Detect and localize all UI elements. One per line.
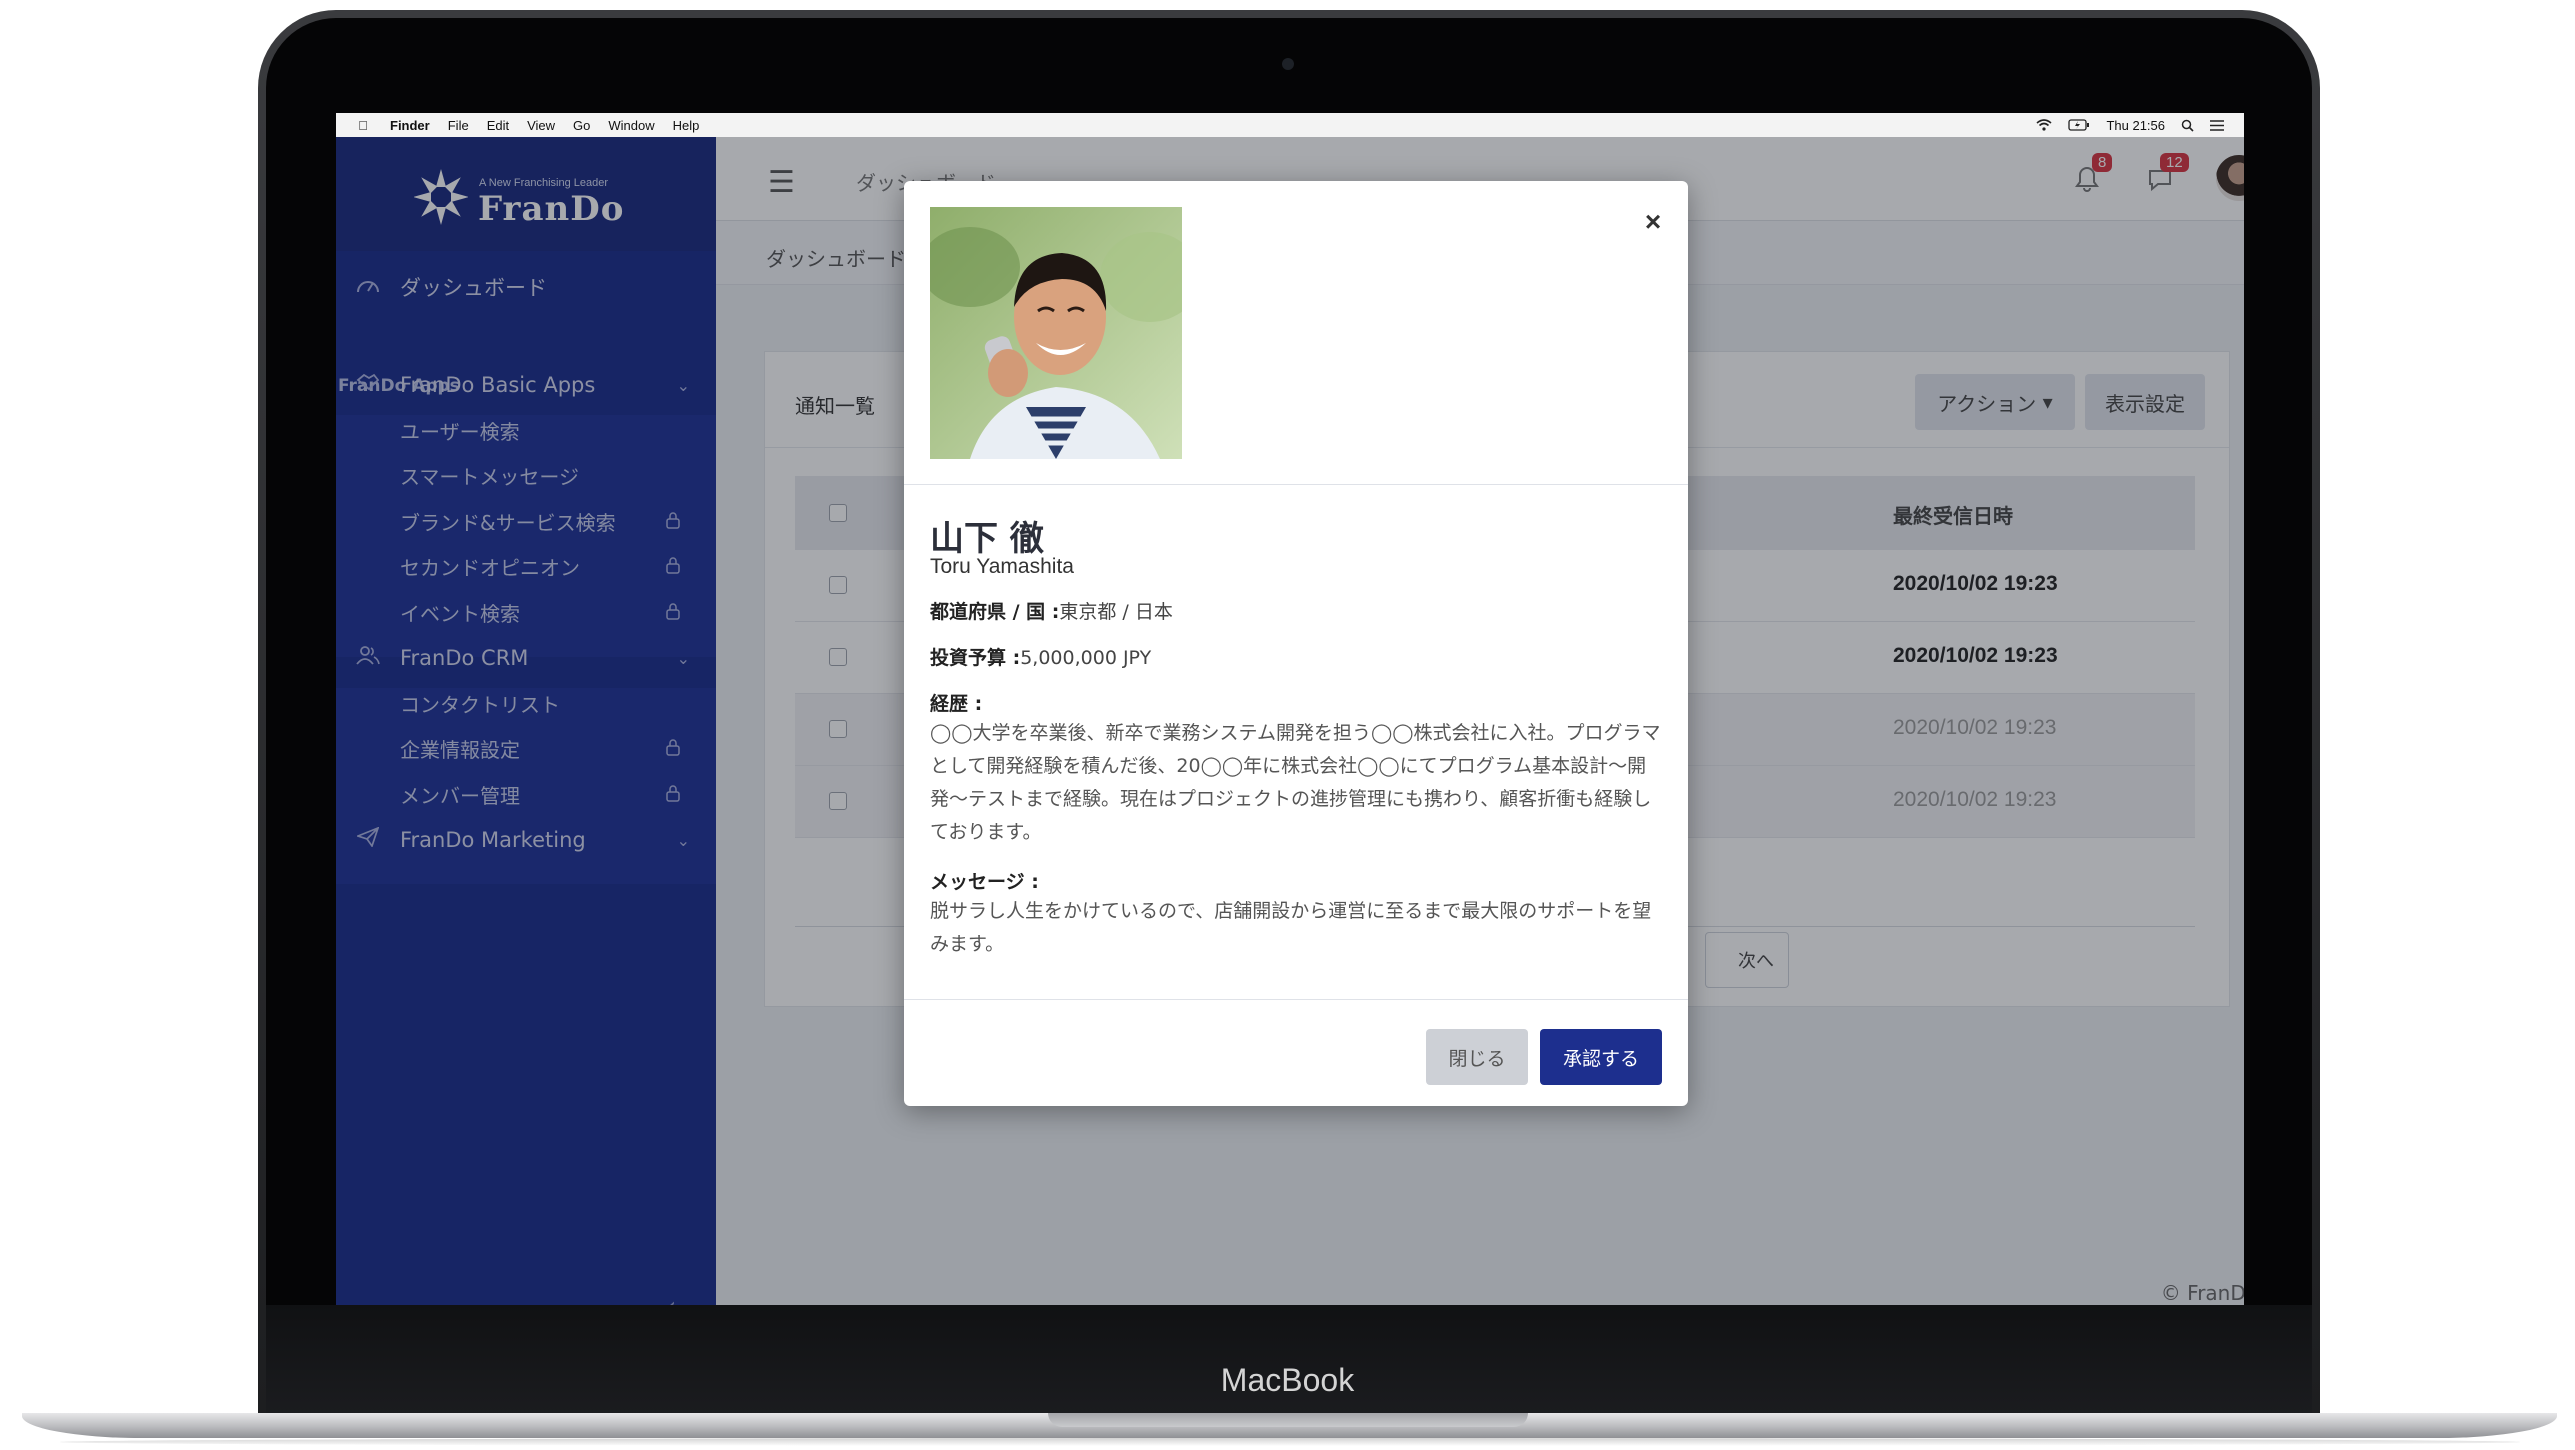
budget-row: 投資予算 :5,000,000 JPY: [930, 643, 1151, 670]
prefecture-value: 東京都 / 日本: [1059, 601, 1173, 623]
battery-icon[interactable]: [2068, 119, 2090, 131]
applicant-romaji: Toru Yamashita: [930, 555, 1074, 578]
career-text: ◯◯大学を卒業後、新卒で業務システム開発を担う◯◯株式会社に入社。プログラマとし…: [930, 722, 1661, 843]
career-label: 経歴 :: [930, 693, 983, 715]
message-text: 脱サラし人生をかけているので、店舗開設から運営に至るまで最大限のサポートを望みま…: [930, 900, 1652, 955]
menu-window[interactable]: Window: [608, 118, 654, 133]
macbook-mockup: MacBook  Finder File Edit View Go Windo…: [0, 0, 2575, 1450]
budget-label: 投資予算 :: [930, 647, 1021, 669]
close-icon[interactable]: ×: [1638, 207, 1668, 237]
camera-icon: [1282, 58, 1294, 70]
spotlight-search-icon[interactable]: [2181, 119, 2194, 132]
menu-edit[interactable]: Edit: [487, 118, 509, 133]
prefecture-row: 都道府県 / 国 :東京都 / 日本: [930, 597, 1173, 624]
screen:  Finder File Edit View Go Window Help T…: [336, 113, 2244, 1305]
menubar-clock[interactable]: Thu 21:56: [2106, 118, 2165, 133]
modal-footer-divider: [904, 999, 1688, 1000]
menu-go[interactable]: Go: [573, 118, 590, 133]
modal-header: ×: [904, 181, 1688, 485]
wifi-icon[interactable]: [2036, 119, 2052, 131]
menu-view[interactable]: View: [527, 118, 555, 133]
applicant-name: 山下 徹: [930, 519, 1044, 559]
approve-button[interactable]: 承認する: [1540, 1029, 1662, 1085]
menu-file[interactable]: File: [448, 118, 469, 133]
message-label: メッセージ :: [930, 871, 1039, 893]
apple-logo-icon[interactable]: : [354, 118, 372, 133]
menu-finder[interactable]: Finder: [390, 118, 430, 133]
profile-modal: × 山下 徹 Toru Yamashita 都道府県 / 国 :東京都 / 日本…: [904, 181, 1688, 1106]
budget-value: 5,000,000 JPY: [1020, 647, 1152, 669]
profile-photo: [930, 207, 1182, 459]
base-notch: [1048, 1413, 1528, 1427]
mac-menubar:  Finder File Edit View Go Window Help T…: [336, 113, 2244, 137]
close-button[interactable]: 閉じる: [1426, 1029, 1528, 1085]
macbook-label: MacBook: [1220, 1362, 1355, 1398]
menu-help[interactable]: Help: [673, 118, 700, 133]
prefecture-label: 都道府県 / 国 :: [930, 601, 1060, 623]
control-center-icon[interactable]: [2210, 119, 2224, 131]
base-shadow: [60, 1438, 2520, 1446]
